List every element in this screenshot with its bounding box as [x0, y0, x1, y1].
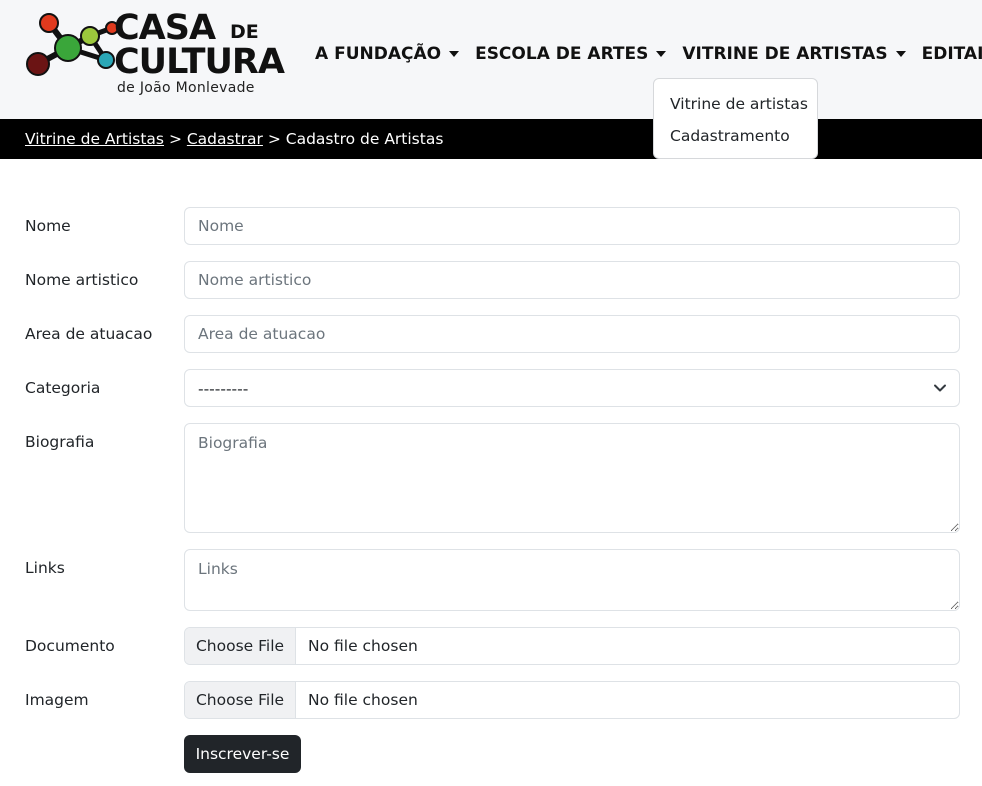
- documento-choose-file-button[interactable]: Choose File: [185, 628, 296, 664]
- dropdown-item-vitrine-de-artistas[interactable]: Vitrine de artistas: [654, 88, 817, 120]
- imagem-choose-file-button[interactable]: Choose File: [185, 682, 296, 718]
- logo[interactable]: CASA DE CULTURA de João Monlevade: [24, 8, 285, 100]
- nome-label: Nome: [25, 217, 71, 235]
- main-nav: A FUNDAÇÃO ESCOLA DE ARTES VITRINE DE AR…: [315, 40, 982, 68]
- nome-input[interactable]: [184, 207, 960, 245]
- caret-down-icon: [449, 51, 460, 57]
- imagem-file-status: No file chosen: [308, 691, 418, 709]
- site-header: CASA DE CULTURA de João Monlevade A FUND…: [0, 0, 982, 119]
- nav-item-label: EDITAIS: [921, 44, 982, 64]
- biografia-label: Biografia: [25, 433, 95, 451]
- breadcrumb: Vitrine de Artistas > Cadastrar > Cadast…: [25, 128, 443, 150]
- documento-file-input[interactable]: Choose File No file chosen: [184, 627, 960, 665]
- chevron-down-icon: [934, 384, 946, 392]
- breadcrumb-bar: Vitrine de Artistas > Cadastrar > Cadast…: [0, 119, 982, 159]
- nome-artistico-input[interactable]: [184, 261, 960, 299]
- nav-item-label: ESCOLA DE ARTES: [475, 44, 649, 64]
- caret-down-icon: [895, 51, 906, 57]
- logo-title-line2: CULTURA: [114, 42, 285, 82]
- breadcrumb-link-vitrine[interactable]: Vitrine de Artistas: [25, 130, 164, 148]
- dropdown-item-cadastramento[interactable]: Cadastramento: [654, 120, 817, 152]
- imagem-file-input[interactable]: Choose File No file chosen: [184, 681, 960, 719]
- links-label: Links: [25, 559, 65, 577]
- imagem-label: Imagem: [25, 691, 89, 709]
- categoria-select[interactable]: ---------: [184, 369, 960, 407]
- logo-molecule-icon: [26, 13, 119, 76]
- area-atuacao-input[interactable]: [184, 315, 960, 353]
- nav-item-label: A FUNDAÇÃO: [315, 44, 442, 64]
- biografia-textarea[interactable]: [184, 423, 960, 533]
- nav-item-fundacao[interactable]: A FUNDAÇÃO: [315, 40, 460, 68]
- caret-down-icon: [656, 51, 667, 57]
- breadcrumb-separator: >: [262, 130, 286, 148]
- nav-item-label: VITRINE DE ARTISTAS: [682, 44, 888, 64]
- nome-artistico-label: Nome artistico: [25, 271, 139, 289]
- categoria-label: Categoria: [25, 379, 101, 397]
- logo-title-de: DE: [230, 21, 259, 43]
- nav-item-escola-de-artes[interactable]: ESCOLA DE ARTES: [475, 40, 667, 68]
- documento-label: Documento: [25, 637, 115, 655]
- submit-button[interactable]: Inscrever-se: [184, 735, 301, 773]
- nav-item-vitrine-de-artistas[interactable]: VITRINE DE ARTISTAS: [682, 40, 906, 68]
- logo-subtitle: de João Monlevade: [117, 80, 255, 96]
- links-textarea[interactable]: [184, 549, 960, 611]
- nav-item-editais[interactable]: EDITAIS: [922, 40, 982, 68]
- breadcrumb-separator: >: [164, 130, 187, 148]
- documento-file-status: No file chosen: [308, 637, 418, 655]
- area-atuacao-label: Area de atuacao: [25, 325, 153, 343]
- categoria-selected-value: ---------: [198, 380, 249, 398]
- vitrine-dropdown-menu: Vitrine de artistas Cadastramento: [653, 78, 818, 159]
- breadcrumb-current: Cadastro de Artistas: [285, 130, 444, 148]
- breadcrumb-link-cadastrar[interactable]: Cadastrar: [187, 130, 263, 148]
